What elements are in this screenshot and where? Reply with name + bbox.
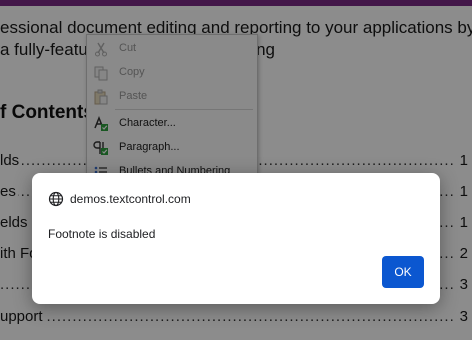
- dialog-message: Footnote is disabled: [48, 227, 156, 241]
- ok-button[interactable]: OK: [382, 256, 424, 288]
- dialog-origin: demos.textcontrol.com: [70, 192, 191, 206]
- alert-dialog: demos.textcontrol.com Footnote is disabl…: [32, 173, 440, 304]
- globe-icon: [48, 191, 64, 207]
